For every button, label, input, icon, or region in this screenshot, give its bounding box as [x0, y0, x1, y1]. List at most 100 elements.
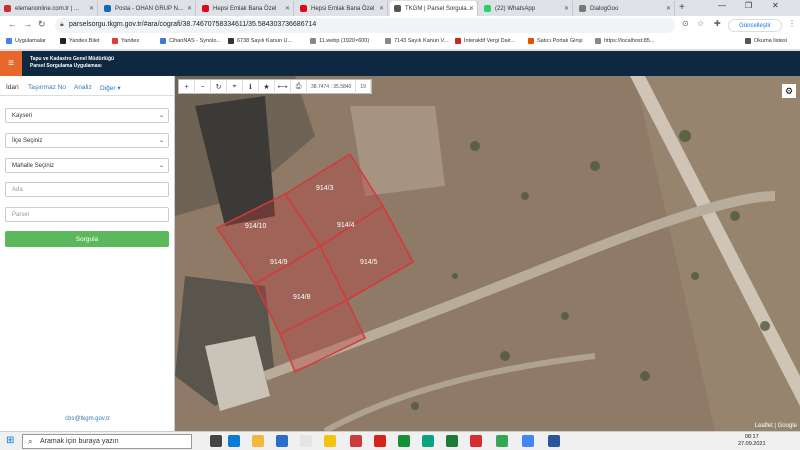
close-tab-icon[interactable]: ✕ — [666, 5, 671, 12]
bookmark-favicon-icon — [228, 38, 234, 44]
update-button[interactable]: Güncelleştir — [728, 19, 782, 32]
zoom-in-icon[interactable]: + — [179, 80, 195, 94]
bookmark-item[interactable]: 11.webp (1920×600) — [310, 38, 369, 44]
tab-tasinmaz-no[interactable]: Taşınmaz No — [28, 84, 66, 91]
measure-icon[interactable]: ⟷ — [275, 80, 291, 94]
zoom-out-icon[interactable]: − — [195, 80, 211, 94]
extensions-icon[interactable]: ✚ — [714, 19, 721, 28]
map-toolbar: + − ↻ ⌖ ℹ ★ ⟷ ⎙ 38.7474 : 35.5840 19 — [178, 79, 372, 94]
settings-gear-icon[interactable]: ⚙ — [782, 84, 796, 98]
coordinate-readout: 38.7474 : 35.5840 — [307, 80, 357, 94]
bookmark-favicon-icon — [595, 38, 601, 44]
bookmark-item[interactable]: 7143 Sayılı Kanun V... — [385, 38, 448, 44]
bookmark-item[interactable]: https://localhost:85... — [595, 38, 654, 44]
minimize-window-icon[interactable]: — — [718, 1, 726, 10]
app-icon[interactable] — [422, 435, 434, 447]
close-tab-icon[interactable]: ✕ — [285, 5, 290, 12]
yandex-icon[interactable] — [300, 435, 312, 447]
menu-toggle-button[interactable]: ≡ — [0, 51, 22, 76]
bookmark-item[interactable]: Uygulamalar — [6, 38, 46, 44]
location-icon[interactable]: ⊙ — [682, 19, 689, 28]
maximize-window-icon[interactable]: ❐ — [745, 1, 752, 10]
query-button[interactable]: Sorgula — [5, 231, 169, 247]
app-title: Tapu ve Kadastro Genel Müdürlüğü Parsel … — [30, 56, 115, 69]
browser-tab[interactable]: elemanonline.com.tr | ... ✕ — [0, 1, 98, 16]
browser-tab-title: elemanonline.com.tr | ... — [15, 5, 79, 12]
file-explorer-icon[interactable] — [252, 435, 264, 447]
chrome-icon[interactable] — [522, 435, 534, 447]
district-select[interactable]: İlçe Seçiniz ⌄ — [5, 133, 169, 148]
browser-tab[interactable]: DialogGoo ✕ — [575, 1, 675, 16]
taskbar-search-input[interactable]: ⌕ Aramak için buraya yazın — [22, 434, 192, 449]
edge-icon[interactable] — [228, 435, 240, 447]
tab-diger[interactable]: Diğer ▾ — [100, 84, 121, 92]
bookmark-item[interactable]: 6738 Sayılı Kanun U... — [228, 38, 292, 44]
close-tab-icon[interactable]: ✕ — [564, 5, 569, 12]
print-icon[interactable]: ⎙ — [291, 80, 307, 94]
favicon-icon — [4, 5, 11, 12]
browser-tab[interactable]: TKGM | Parsel Sorgula... ✕ — [390, 1, 478, 16]
app-icon[interactable] — [350, 435, 362, 447]
close-tab-icon[interactable]: ✕ — [187, 5, 192, 12]
locate-icon[interactable]: ⌖ — [227, 80, 243, 94]
close-tab-icon[interactable]: ✕ — [379, 5, 384, 12]
browser-tab[interactable]: Posta - OHAN GRUP N... ✕ — [100, 1, 196, 16]
app-header: ≡ Tapu ve Kadastro Genel Müdürlüğü Parse… — [0, 51, 800, 76]
reading-list[interactable]: Okuma listesi — [745, 38, 787, 44]
tab-analiz[interactable]: Analiz — [74, 84, 92, 91]
parcel-input[interactable]: Parsel — [5, 207, 169, 222]
browser-tab-title: Hepsi Emlak Bana Özel — [213, 5, 277, 12]
bookmark-star-icon[interactable]: ☆ — [697, 19, 704, 28]
back-icon[interactable]: ← — [8, 19, 17, 29]
bookmark-item[interactable]: Yandex — [112, 38, 139, 44]
favorite-star-icon[interactable]: ★ — [259, 80, 275, 94]
close-window-icon[interactable]: ✕ — [772, 1, 779, 10]
system-clock[interactable]: 08:17 27.09.2021 — [738, 434, 766, 448]
close-tab-icon[interactable]: ✕ — [469, 5, 474, 12]
task-view-icon[interactable] — [210, 435, 222, 447]
browser-tab[interactable]: Hepsi Emlak Bana Özel ✕ — [296, 1, 388, 16]
bookmark-favicon-icon — [455, 38, 461, 44]
new-tab-button[interactable]: + — [679, 2, 685, 13]
bookmark-label: https://localhost:85... — [604, 38, 655, 44]
map-attribution: Leaflet | Google — [754, 423, 797, 429]
app-icon[interactable] — [446, 435, 458, 447]
url-bar[interactable]: 🔒︎ parselsorgu.tkgm.gov.tr/#ara/cografi/… — [55, 18, 675, 33]
reload-icon[interactable]: ↻ — [38, 19, 46, 30]
word-icon[interactable] — [548, 435, 560, 447]
windows-start-icon[interactable]: ⊞ — [6, 435, 14, 446]
app-icon[interactable] — [398, 435, 410, 447]
mail-icon[interactable] — [276, 435, 288, 447]
parcel-label: 914/4 — [337, 222, 355, 229]
pdf-icon[interactable] — [470, 435, 482, 447]
info-icon[interactable]: ℹ — [243, 80, 259, 94]
bookmark-label: Uygulamalar — [15, 38, 46, 44]
neighborhood-select[interactable]: Mahalle Seçiniz ⌄ — [5, 158, 169, 173]
bookmark-favicon-icon — [6, 38, 12, 44]
browser-tab[interactable]: Hepsi Emlak Bana Özel ✕ — [198, 1, 294, 16]
bookmark-item[interactable]: Satıcı Portalı Girişi — [528, 38, 583, 44]
tab-idari[interactable]: İdari — [6, 84, 19, 91]
bookmark-label: Yandex — [121, 38, 140, 44]
block-input[interactable]: Ada — [5, 182, 169, 197]
contact-email-link[interactable]: cbs@tkgm.gov.tr — [0, 416, 175, 422]
opera-icon[interactable] — [374, 435, 386, 447]
province-select[interactable]: Kayseri ⌄ — [5, 108, 169, 123]
bookmark-item[interactable]: CihanNAS - Synolo... — [160, 38, 221, 44]
app-icon[interactable] — [324, 435, 336, 447]
chevron-down-icon: ⌄ — [158, 113, 164, 119]
forward-icon[interactable]: → — [23, 19, 32, 29]
satellite-map[interactable]: 914/3 914/10 914/4 914/9 914/5 914/8 + −… — [175, 76, 800, 431]
bookmark-item[interactable]: İnteraktif Vergi Dair... — [455, 38, 515, 44]
refresh-icon[interactable]: ↻ — [211, 80, 227, 94]
chrome-icon[interactable] — [496, 435, 508, 447]
bookmark-favicon-icon — [160, 38, 166, 44]
menu-dots-icon[interactable]: ⋮ — [788, 19, 796, 28]
zoom-level: 19 — [356, 80, 371, 94]
close-tab-icon[interactable]: ✕ — [89, 5, 94, 12]
browser-tab[interactable]: (22) WhatsApp ✕ — [480, 1, 573, 16]
bookmark-favicon-icon — [112, 38, 118, 44]
favicon-icon — [579, 5, 586, 12]
browser-tab-title: DialogGoo — [590, 5, 619, 12]
bookmark-item[interactable]: Yandex.Bilet — [60, 38, 99, 44]
